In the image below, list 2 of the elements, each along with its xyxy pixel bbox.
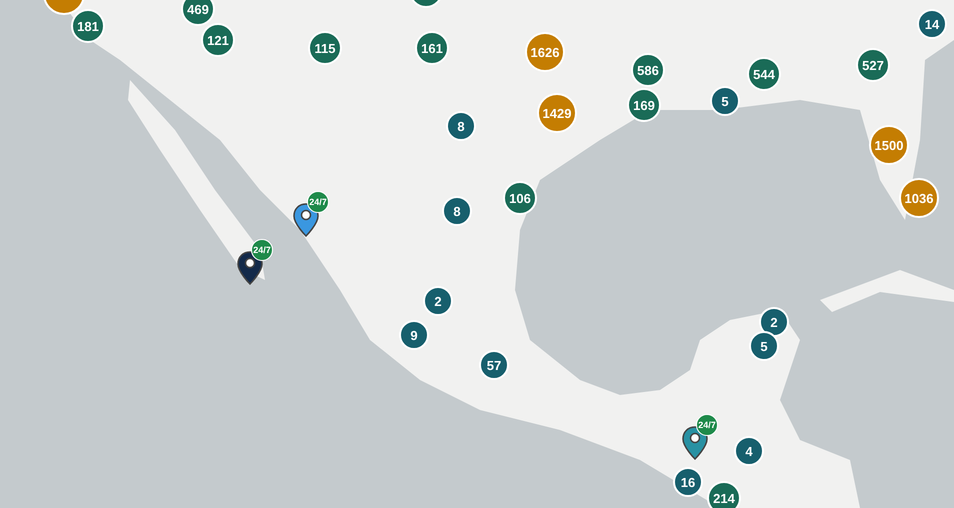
cluster-marker[interactable]: 1036 xyxy=(899,178,939,218)
24-7-badge: 24/7 xyxy=(251,239,273,261)
